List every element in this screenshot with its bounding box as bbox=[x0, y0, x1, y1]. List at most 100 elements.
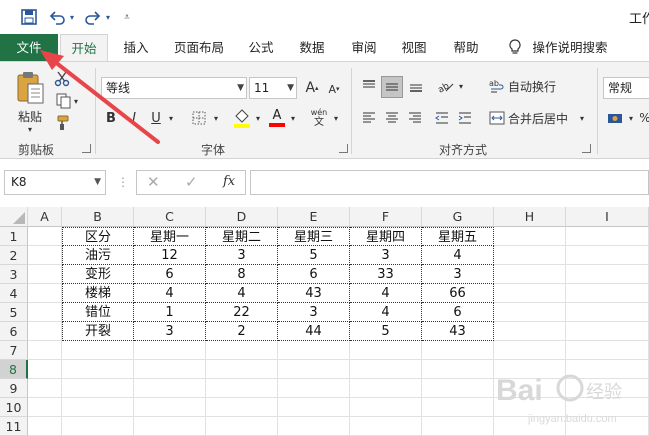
empty-cell[interactable] bbox=[62, 417, 134, 436]
row-header[interactable]: 11 bbox=[0, 417, 28, 436]
copy-icon[interactable]: ▾ bbox=[52, 92, 82, 110]
accounting-dropdown-icon[interactable]: ▾ bbox=[626, 108, 636, 128]
alignment-launcher-icon[interactable] bbox=[582, 144, 591, 153]
empty-cell[interactable] bbox=[206, 417, 278, 436]
empty-cell[interactable] bbox=[494, 360, 566, 379]
empty-cell[interactable] bbox=[134, 360, 206, 379]
table-cell[interactable]: 2 bbox=[206, 322, 278, 341]
table-cell[interactable]: 错位 bbox=[62, 303, 134, 322]
empty-cell[interactable] bbox=[278, 341, 350, 360]
empty-cell[interactable] bbox=[494, 398, 566, 417]
table-header-cell[interactable]: 星期二 bbox=[206, 227, 278, 246]
table-cell[interactable]: 4 bbox=[206, 284, 278, 303]
table-cell[interactable]: 8 bbox=[206, 265, 278, 284]
empty-cell[interactable] bbox=[566, 341, 649, 360]
empty-cell[interactable] bbox=[28, 303, 62, 322]
enter-icon[interactable]: ✓ bbox=[185, 173, 198, 191]
empty-cell[interactable] bbox=[206, 360, 278, 379]
name-box[interactable]: K8 ▼ bbox=[4, 170, 106, 195]
empty-cell[interactable] bbox=[350, 379, 422, 398]
table-cell[interactable]: 43 bbox=[422, 322, 494, 341]
borders-icon[interactable] bbox=[188, 108, 210, 128]
table-cell[interactable]: 4 bbox=[350, 284, 422, 303]
paste-icon[interactable] bbox=[12, 68, 48, 108]
empty-cell[interactable] bbox=[206, 341, 278, 360]
empty-cell[interactable] bbox=[28, 227, 62, 246]
row-header[interactable]: 3 bbox=[0, 265, 28, 284]
table-cell[interactable]: 6 bbox=[134, 265, 206, 284]
row-header-active[interactable]: 8 bbox=[0, 360, 28, 379]
italic-button[interactable]: I bbox=[125, 108, 143, 128]
font-size-box[interactable]: 11 ▼ bbox=[249, 77, 297, 99]
empty-cell[interactable] bbox=[566, 398, 649, 417]
table-cell[interactable]: 5 bbox=[278, 246, 350, 265]
font-color-icon[interactable]: A bbox=[266, 106, 288, 130]
empty-cell[interactable] bbox=[494, 417, 566, 436]
column-header[interactable]: E bbox=[278, 207, 350, 227]
table-cell[interactable]: 开裂 bbox=[62, 322, 134, 341]
grow-font-button[interactable]: A ▴ bbox=[301, 78, 323, 98]
table-cell[interactable]: 油污 bbox=[62, 246, 134, 265]
redo-icon[interactable] bbox=[84, 7, 102, 27]
tab-help[interactable]: 帮助 bbox=[445, 34, 487, 61]
empty-cell[interactable] bbox=[422, 360, 494, 379]
fill-color-dropdown-icon[interactable]: ▾ bbox=[253, 108, 263, 128]
undo-dropdown-icon[interactable]: ▾ bbox=[67, 7, 77, 27]
empty-cell[interactable] bbox=[566, 379, 649, 398]
row-header[interactable]: 7 bbox=[0, 341, 28, 360]
table-cell[interactable]: 6 bbox=[422, 303, 494, 322]
empty-cell[interactable] bbox=[350, 341, 422, 360]
number-format-box[interactable]: 常规 bbox=[603, 77, 649, 99]
shrink-font-button[interactable]: A ▾ bbox=[323, 79, 345, 99]
empty-cell[interactable] bbox=[350, 398, 422, 417]
empty-cell[interactable] bbox=[134, 341, 206, 360]
empty-cell[interactable] bbox=[494, 284, 566, 303]
column-header[interactable]: I bbox=[566, 207, 649, 227]
wrap-text-icon[interactable]: ab bbox=[486, 76, 508, 96]
tab-home[interactable]: 开始 bbox=[60, 34, 108, 61]
chevron-down-icon[interactable]: ▼ bbox=[94, 171, 101, 194]
merge-center-button[interactable]: 合并后居中 bbox=[508, 108, 578, 128]
empty-cell[interactable] bbox=[566, 417, 649, 436]
orientation-icon[interactable]: ab bbox=[434, 76, 456, 96]
empty-cell[interactable] bbox=[206, 398, 278, 417]
borders-dropdown-icon[interactable]: ▾ bbox=[210, 108, 222, 128]
underline-dropdown-icon[interactable]: ▾ bbox=[165, 108, 177, 128]
merge-center-icon[interactable] bbox=[486, 108, 508, 128]
empty-cell[interactable] bbox=[494, 227, 566, 246]
column-header[interactable]: C bbox=[134, 207, 206, 227]
empty-cell[interactable] bbox=[28, 322, 62, 341]
font-color-dropdown-icon[interactable]: ▾ bbox=[288, 108, 298, 128]
row-header[interactable]: 10 bbox=[0, 398, 28, 417]
empty-cell[interactable] bbox=[28, 417, 62, 436]
empty-cell[interactable] bbox=[494, 246, 566, 265]
row-header[interactable]: 6 bbox=[0, 322, 28, 341]
empty-cell[interactable] bbox=[28, 379, 62, 398]
wrap-text-button[interactable]: 自动换行 bbox=[508, 76, 568, 96]
phonetic-dropdown-icon[interactable]: ▾ bbox=[331, 108, 341, 128]
accounting-format-icon[interactable] bbox=[604, 108, 626, 128]
undo-icon[interactable] bbox=[48, 7, 66, 27]
empty-cell[interactable] bbox=[62, 360, 134, 379]
align-bottom-icon[interactable] bbox=[406, 76, 426, 96]
orientation-dropdown-icon[interactable]: ▾ bbox=[456, 76, 466, 96]
table-cell[interactable]: 变形 bbox=[62, 265, 134, 284]
table-cell[interactable]: 楼梯 bbox=[62, 284, 134, 303]
insert-function-icon[interactable]: fx bbox=[223, 174, 235, 189]
table-cell[interactable]: 3 bbox=[278, 303, 350, 322]
table-cell[interactable]: 66 bbox=[422, 284, 494, 303]
row-header[interactable]: 1 bbox=[0, 227, 28, 246]
table-cell[interactable]: 5 bbox=[350, 322, 422, 341]
column-header[interactable]: B bbox=[62, 207, 134, 227]
empty-cell[interactable] bbox=[62, 341, 134, 360]
table-cell[interactable]: 4 bbox=[134, 284, 206, 303]
tab-page-layout[interactable]: 页面布局 bbox=[166, 34, 232, 61]
align-right-icon[interactable] bbox=[405, 108, 425, 128]
empty-cell[interactable] bbox=[350, 360, 422, 379]
empty-cell[interactable] bbox=[566, 322, 649, 341]
empty-cell[interactable] bbox=[350, 417, 422, 436]
table-header-cell[interactable]: 区分 bbox=[62, 227, 134, 246]
empty-cell[interactable] bbox=[494, 265, 566, 284]
paste-dropdown-icon[interactable]: ▾ bbox=[24, 124, 36, 134]
column-header[interactable]: H bbox=[494, 207, 566, 227]
